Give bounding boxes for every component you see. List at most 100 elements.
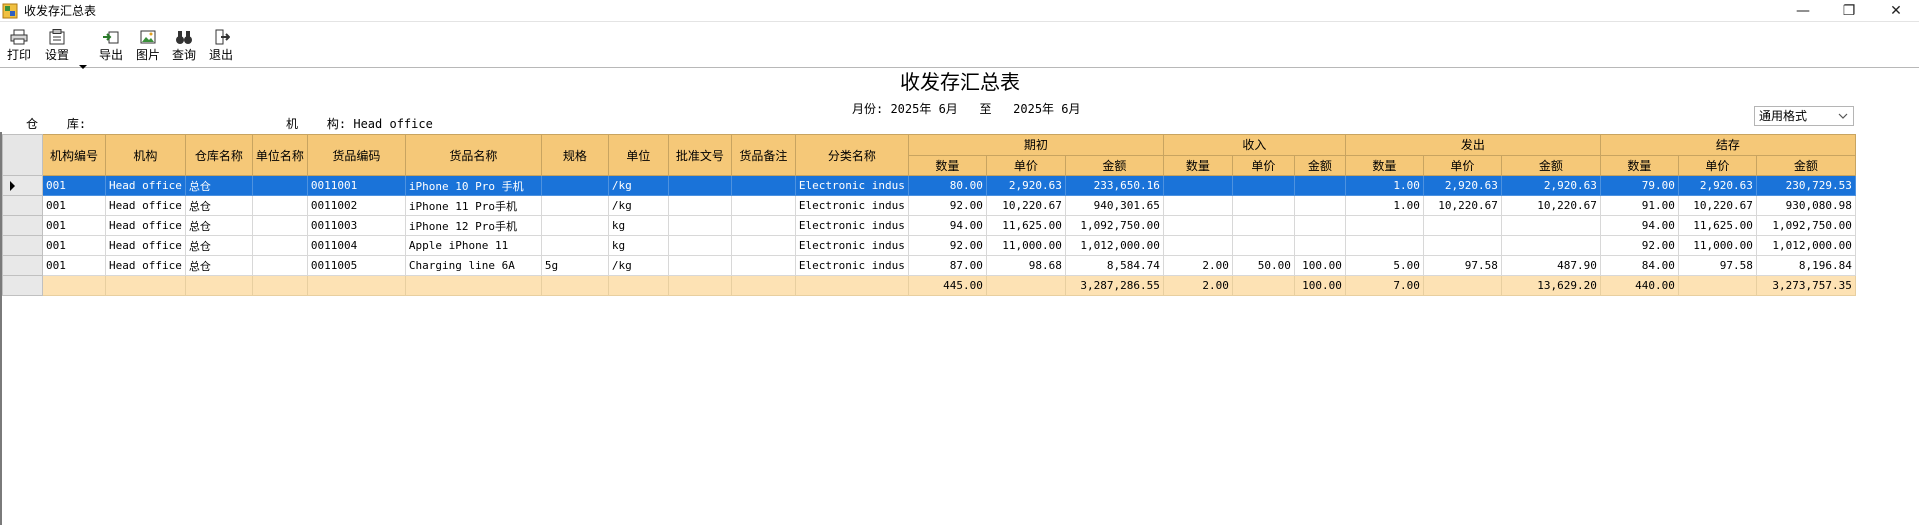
grid-cell[interactable] bbox=[1231, 175, 1295, 196]
grid-cell[interactable] bbox=[251, 175, 308, 196]
grid-cell[interactable]: 2,920.63 bbox=[1500, 175, 1601, 196]
grid-cell[interactable]: 11,000.00 bbox=[1677, 235, 1757, 256]
col-header-unit-name[interactable]: 单位名称 bbox=[251, 134, 308, 176]
col-header-closing-qty[interactable]: 数量 bbox=[1599, 154, 1679, 176]
col-header-category[interactable]: 分类名称 bbox=[794, 134, 909, 176]
col-header-opening-qty[interactable]: 数量 bbox=[907, 154, 987, 176]
grid-cell[interactable] bbox=[1162, 235, 1233, 256]
grid-cell[interactable]: 92.00 bbox=[1599, 235, 1679, 256]
grid-cell[interactable]: 总仓 bbox=[184, 215, 253, 236]
grid-cell[interactable]: 1.00 bbox=[1344, 195, 1424, 216]
grid-cell[interactable]: 总仓 bbox=[184, 195, 253, 216]
grid-cell[interactable] bbox=[730, 275, 796, 296]
grid-cell[interactable] bbox=[1344, 215, 1424, 236]
row-header[interactable] bbox=[2, 195, 43, 216]
grid-cell[interactable]: Electronic indus bbox=[794, 255, 909, 276]
grid-cell[interactable] bbox=[251, 275, 308, 296]
grid-cell[interactable]: 11,625.00 bbox=[1677, 215, 1757, 236]
grid-cell[interactable]: Apple iPhone 11 bbox=[404, 235, 542, 256]
grid-cell[interactable]: Head office bbox=[105, 175, 186, 196]
col-header-outgo-amount[interactable]: 金额 bbox=[1500, 154, 1601, 176]
grid-cell[interactable]: iPhone 11 Pro手机 bbox=[404, 195, 542, 216]
grid-cell[interactable]: 2,920.63 bbox=[1422, 175, 1502, 196]
grid-cell[interactable]: 13,629.20 bbox=[1500, 275, 1601, 296]
grid-cell[interactable]: 0011004 bbox=[306, 235, 406, 256]
grid-cell[interactable] bbox=[1231, 215, 1295, 236]
grid-cell[interactable]: 10,220.67 bbox=[1422, 195, 1502, 216]
grid-cell[interactable]: kg bbox=[607, 235, 669, 256]
grid-cell[interactable]: 0011002 bbox=[306, 195, 406, 216]
col-header-org[interactable]: 机构 bbox=[105, 134, 186, 176]
grid-cell[interactable]: 001 bbox=[42, 215, 106, 236]
grid-cell[interactable]: 100.00 bbox=[1293, 275, 1346, 296]
grid-cell[interactable] bbox=[794, 275, 909, 296]
format-select[interactable]: 通用格式 bbox=[1754, 106, 1854, 126]
grid-cell[interactable] bbox=[730, 215, 796, 236]
grid-cell[interactable] bbox=[306, 275, 406, 296]
grid-cell[interactable]: 940,301.65 bbox=[1064, 195, 1164, 216]
grid-cell[interactable] bbox=[1677, 275, 1757, 296]
grid-cell[interactable]: 79.00 bbox=[1599, 175, 1679, 196]
grid-cell[interactable]: 94.00 bbox=[1599, 215, 1679, 236]
col-header-outgo-qty[interactable]: 数量 bbox=[1344, 154, 1424, 176]
restore-button[interactable]: ❐ bbox=[1826, 0, 1872, 22]
grid-cell[interactable]: 2,920.63 bbox=[1677, 175, 1757, 196]
grid-cell[interactable]: 11,000.00 bbox=[985, 235, 1066, 256]
grid-cell[interactable]: kg bbox=[607, 215, 669, 236]
settings-button[interactable]: 设置 bbox=[42, 29, 72, 65]
grid-cell[interactable] bbox=[667, 195, 732, 216]
grid-cell[interactable] bbox=[1293, 195, 1346, 216]
grid-cell[interactable]: 233,650.16 bbox=[1064, 175, 1164, 196]
grid-cell[interactable] bbox=[730, 175, 796, 196]
col-header-goods-code[interactable]: 货品编码 bbox=[306, 134, 406, 176]
grid-cell[interactable] bbox=[730, 195, 796, 216]
exit-button[interactable]: 退出 bbox=[206, 29, 236, 65]
grid-cell[interactable]: Charging line 6A bbox=[404, 255, 542, 276]
query-button[interactable]: 查询 bbox=[169, 29, 199, 65]
grid-cell[interactable] bbox=[1293, 215, 1346, 236]
grid-cell[interactable]: 1,092,750.00 bbox=[1064, 215, 1164, 236]
grid-cell[interactable] bbox=[1162, 215, 1233, 236]
grid-cell[interactable] bbox=[1500, 235, 1601, 256]
grid-cell[interactable]: Head office bbox=[105, 215, 186, 236]
grid-cell[interactable]: 487.90 bbox=[1500, 255, 1601, 276]
grid-cell[interactable]: 001 bbox=[42, 235, 106, 256]
grid-cell[interactable]: iPhone 10 Pro 手机 bbox=[404, 175, 542, 196]
col-header-income-qty[interactable]: 数量 bbox=[1162, 154, 1233, 176]
grid-cell[interactable]: Electronic indus bbox=[794, 175, 909, 196]
table-row[interactable]: 001 Head office 总仓 0011003 iPhone 12 Pro手机 kg… bbox=[2, 215, 1856, 236]
grid-cell[interactable] bbox=[730, 255, 796, 276]
grid-cell[interactable] bbox=[404, 275, 542, 296]
col-header-opening-amount[interactable]: 金额 bbox=[1064, 154, 1164, 176]
grid-cell[interactable]: 001 bbox=[42, 255, 106, 276]
grid-cell[interactable]: 001 bbox=[42, 195, 106, 216]
row-header[interactable] bbox=[2, 235, 43, 256]
grid-cell[interactable] bbox=[667, 175, 732, 196]
col-header-approval[interactable]: 批准文号 bbox=[667, 134, 732, 176]
grid-cell[interactable]: 8,196.84 bbox=[1755, 255, 1856, 276]
grid-cell[interactable] bbox=[42, 275, 106, 296]
grid-cell[interactable] bbox=[540, 175, 609, 196]
grid-cell[interactable] bbox=[667, 235, 732, 256]
grid-cell[interactable] bbox=[1422, 275, 1502, 296]
grid-cell[interactable]: 98.68 bbox=[985, 255, 1066, 276]
grid-cell[interactable]: /kg bbox=[607, 255, 669, 276]
grid-cell[interactable]: 3,287,286.55 bbox=[1064, 275, 1164, 296]
grid-cell[interactable] bbox=[1422, 235, 1502, 256]
grid-cell[interactable] bbox=[251, 195, 308, 216]
grid-cell[interactable] bbox=[1422, 215, 1502, 236]
grid-cell[interactable]: 1,092,750.00 bbox=[1755, 215, 1856, 236]
grid-cell[interactable]: Head office bbox=[105, 255, 186, 276]
col-header-outgo-price[interactable]: 单价 bbox=[1422, 154, 1502, 176]
grid-cell[interactable]: 94.00 bbox=[907, 215, 987, 236]
grid-cell[interactable]: iPhone 12 Pro手机 bbox=[404, 215, 542, 236]
close-button[interactable]: ✕ bbox=[1873, 0, 1919, 22]
grid-cell[interactable]: Electronic indus bbox=[794, 215, 909, 236]
grid-cell[interactable] bbox=[1162, 195, 1233, 216]
grid-cell[interactable]: 97.58 bbox=[1422, 255, 1502, 276]
grid-cell[interactable]: 2.00 bbox=[1162, 275, 1233, 296]
grid-cell[interactable]: 5g bbox=[540, 255, 609, 276]
grid-cell[interactable]: 0011003 bbox=[306, 215, 406, 236]
grid-cell[interactable]: Electronic indus bbox=[794, 195, 909, 216]
grid-cell[interactable]: 2,920.63 bbox=[985, 175, 1066, 196]
